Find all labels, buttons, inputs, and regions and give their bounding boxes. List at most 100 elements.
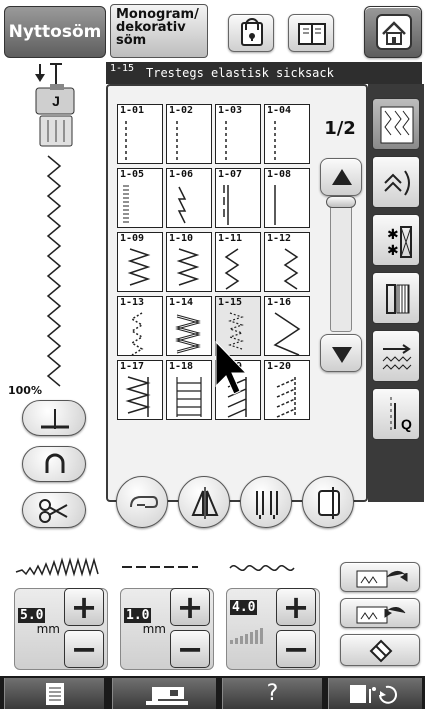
stitch-pattern-icon: [283, 248, 299, 290]
stitch-tile-1-05[interactable]: 1-05: [117, 168, 163, 228]
stitch-tile-1-09[interactable]: 1-09: [117, 232, 163, 292]
length-value: 1.0: [124, 608, 152, 623]
stitch-tile-1-10[interactable]: 1-10: [166, 232, 212, 292]
tab-utility-stitch[interactable]: Nyttosöm: [4, 6, 106, 58]
width-unit: mm: [36, 622, 60, 636]
machine-info-button[interactable]: [112, 678, 216, 709]
stitch-tile-1-20[interactable]: 1-20: [264, 360, 310, 420]
thread-cut-button[interactable]: [22, 492, 86, 528]
buttonhole-icon: [386, 284, 410, 314]
utility-stitches-icon: [380, 106, 414, 144]
tension-minus-button[interactable]: −: [276, 630, 316, 668]
stitch-tile-1-02[interactable]: 1-02: [166, 104, 212, 164]
stitch-tile-1-04[interactable]: 1-04: [264, 104, 310, 164]
needle-position-icon: [45, 453, 65, 473]
mouse-cursor-icon: [215, 340, 248, 395]
thread-tension-icon: [229, 565, 295, 571]
stitch-tile-1-07[interactable]: 1-07: [215, 168, 261, 228]
stitch-length-icon: [122, 566, 198, 568]
category-buttonhole-button[interactable]: [372, 272, 420, 324]
stitch-pattern-icon: [123, 185, 129, 225]
stitch-pattern-icon: [127, 248, 151, 286]
stitch-code-label: 1-05: [120, 169, 145, 180]
stitch-code-label: 1-09: [120, 233, 145, 244]
presser-foot-lift-icon: [41, 409, 69, 429]
lock-button[interactable]: [228, 14, 274, 52]
twin-needle-icon: [256, 491, 278, 519]
stitch-tile-1-18[interactable]: 1-18: [166, 360, 212, 420]
stitch-tile-1-16[interactable]: 1-16: [264, 296, 310, 356]
sewing-machine-icon: [145, 686, 188, 705]
stitch-code-label: 1-12: [267, 233, 292, 244]
stitch-tile-1-11[interactable]: 1-11: [215, 232, 261, 292]
category-decorative-button[interactable]: [372, 330, 420, 382]
mirror-icon: [191, 487, 219, 519]
category-quilting-button[interactable]: ✱ ✱: [372, 214, 420, 266]
triangle-down-icon: [332, 347, 352, 363]
scroll-up-button[interactable]: [320, 158, 362, 196]
scroll-track[interactable]: [330, 196, 352, 332]
memory-save-button[interactable]: [340, 562, 420, 592]
home-button[interactable]: [364, 6, 422, 58]
category-overcast-button[interactable]: [372, 156, 420, 208]
stitch-tile-1-17[interactable]: 1-17: [117, 360, 163, 420]
tension-plus-button[interactable]: +: [276, 588, 316, 626]
category-utility-button[interactable]: [372, 98, 420, 150]
left-preview-column: J 100%: [0, 62, 104, 402]
stitch-code-label: 1-03: [218, 105, 243, 116]
elongation-icon: [130, 496, 159, 508]
decorative-stitch-icon: [382, 344, 412, 370]
category-q-button[interactable]: Q: [372, 388, 420, 440]
stitch-code-label: 1-08: [267, 169, 292, 180]
needle-up-down-button[interactable]: [22, 446, 86, 482]
twin-needle-button[interactable]: [240, 476, 292, 528]
tutorial-button[interactable]: [328, 678, 422, 709]
scissors-icon: [39, 499, 68, 523]
tension-value: 4.0: [230, 600, 258, 615]
width-minus-button[interactable]: −: [64, 630, 104, 668]
stitch-pattern-icon: [276, 377, 296, 418]
scroll-thumb[interactable]: [326, 196, 356, 208]
stitch-pattern-icon: [176, 248, 200, 286]
quilt-q-icon: Q: [390, 397, 412, 433]
length-minus-button[interactable]: −: [170, 630, 210, 668]
quilting-stitch-icon: ✱ ✱: [387, 226, 412, 259]
stitch-tile-1-13[interactable]: 1-13: [117, 296, 163, 356]
width-value-box: 5.0 mm: [18, 608, 64, 638]
stitch-tile-1-08[interactable]: 1-08: [264, 168, 310, 228]
stitch-pattern-icon: [125, 376, 151, 417]
stitch-tile-1-01[interactable]: 1-01: [117, 104, 163, 164]
length-plus-button[interactable]: +: [170, 588, 210, 626]
stitch-tile-1-06[interactable]: 1-06: [166, 168, 212, 228]
reset-button[interactable]: [340, 634, 420, 666]
scroll-down-button[interactable]: [320, 334, 362, 372]
book-icon: [298, 23, 326, 45]
lock-icon: [241, 18, 263, 46]
stitch-code-label: 1-15: [218, 297, 243, 308]
mirror-button[interactable]: [178, 476, 230, 528]
save-stitch-icon: [356, 570, 408, 588]
needle-position-button[interactable]: [302, 476, 354, 528]
settings-button[interactable]: [4, 678, 104, 709]
width-plus-button[interactable]: +: [64, 588, 104, 626]
stitch-tile-1-12[interactable]: 1-12: [264, 232, 310, 292]
stitch-tile-1-03[interactable]: 1-03: [215, 104, 261, 164]
help-icon: ?: [266, 681, 279, 706]
stitch-pattern-icon: [175, 314, 201, 354]
document-icon: [45, 682, 64, 705]
help-button[interactable]: ?: [222, 678, 322, 709]
home-icon: [376, 14, 412, 50]
elongation-button[interactable]: [116, 476, 168, 528]
svg-text:J: J: [52, 93, 60, 109]
stitch-tile-1-14[interactable]: 1-14: [166, 296, 212, 356]
memory-recall-button[interactable]: [340, 598, 420, 628]
stitch-pattern-icon: [177, 186, 187, 224]
stitch-code-label: 1-02: [169, 105, 194, 116]
stitch-code-label: 1-13: [120, 297, 145, 308]
single-needle-icon: [318, 487, 340, 519]
manual-button[interactable]: [288, 14, 334, 52]
svg-text:✱: ✱: [387, 243, 399, 259]
stitch-pattern-icon: [274, 185, 276, 225]
tab-monogram-decorative[interactable]: Monogram/ dekorativ söm: [110, 4, 208, 58]
presser-foot-button[interactable]: [22, 400, 86, 436]
